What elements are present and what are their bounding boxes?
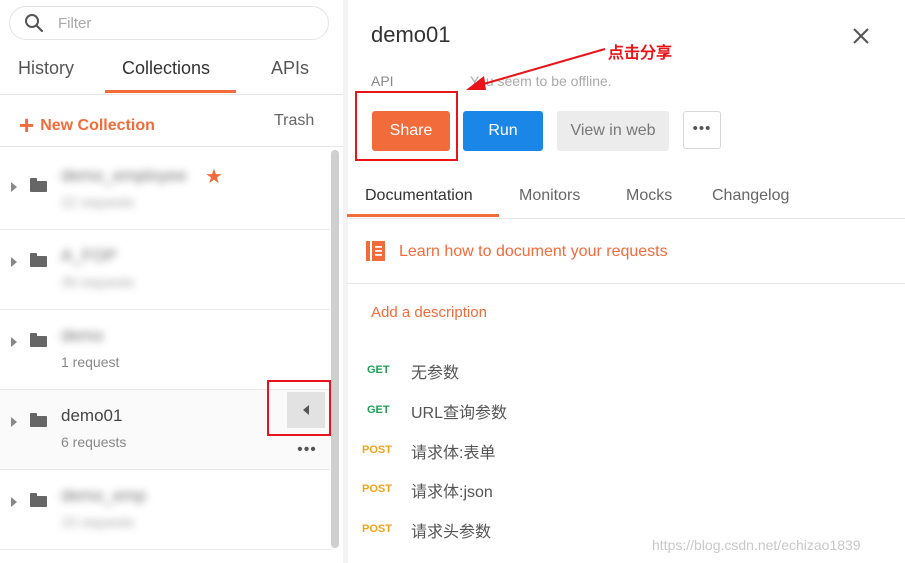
folder-icon bbox=[30, 333, 47, 347]
new-collection-button[interactable]: + New Collection bbox=[19, 110, 155, 141]
active-tab-indicator bbox=[347, 214, 499, 217]
tab-changelog[interactable]: Changelog bbox=[712, 187, 789, 205]
tab-monitors[interactable]: Monitors bbox=[519, 187, 580, 205]
request-name: 请求体:表单 bbox=[411, 445, 496, 462]
collection-request-count: 1 request bbox=[61, 354, 120, 370]
watermark: https://blog.csdn.net/echizao1839 bbox=[652, 537, 861, 553]
caret-right-icon[interactable] bbox=[11, 337, 17, 347]
collection-request-count: 22 requests bbox=[61, 194, 135, 210]
tab-mocks[interactable]: Mocks bbox=[626, 187, 672, 205]
tab-documentation[interactable]: Documentation bbox=[365, 187, 473, 205]
run-button[interactable]: Run bbox=[463, 111, 543, 151]
collection-request-count: 39 requests bbox=[61, 274, 135, 290]
request-name: 无参数 bbox=[411, 365, 460, 382]
folder-icon bbox=[30, 413, 47, 427]
request-name: 请求头参数 bbox=[411, 524, 492, 541]
trash-button[interactable]: Trash bbox=[274, 112, 314, 130]
annotation-text: 点击分享 bbox=[608, 45, 673, 62]
collection-item[interactable]: A_FOP 39 requests bbox=[0, 230, 330, 310]
divider bbox=[347, 283, 905, 284]
pane-divider[interactable] bbox=[343, 0, 348, 563]
folder-icon bbox=[30, 493, 47, 507]
annotation-arrow bbox=[466, 48, 606, 90]
method-badge: GET bbox=[367, 404, 390, 416]
divider bbox=[347, 218, 905, 219]
plus-icon: + bbox=[19, 110, 35, 140]
add-description-link[interactable]: Add a description bbox=[371, 304, 487, 321]
api-label: API bbox=[371, 73, 394, 89]
collection-request-count: 15 requests bbox=[61, 514, 135, 530]
star-icon[interactable]: ★ bbox=[205, 164, 223, 189]
search-input[interactable] bbox=[58, 12, 258, 34]
collection-item[interactable]: demo 1 request bbox=[0, 310, 330, 390]
folder-icon bbox=[30, 178, 47, 192]
collection-request-count: 6 requests bbox=[61, 434, 127, 450]
page-title: demo01 bbox=[371, 22, 451, 47]
caret-right-icon[interactable] bbox=[11, 497, 17, 507]
more-options-button[interactable]: ••• bbox=[683, 111, 721, 149]
method-badge: POST bbox=[362, 444, 392, 456]
documentation-icon bbox=[366, 241, 385, 261]
collection-more-button[interactable]: ••• bbox=[289, 436, 325, 464]
request-name: 请求体:json bbox=[411, 484, 493, 501]
method-badge: GET bbox=[367, 364, 390, 376]
collection-name: demo_emp bbox=[61, 486, 147, 505]
close-icon[interactable] bbox=[850, 25, 872, 47]
method-badge: POST bbox=[362, 523, 392, 535]
collection-item[interactable]: demo_emp 15 requests bbox=[0, 470, 330, 550]
folder-icon bbox=[30, 253, 47, 267]
method-badge: POST bbox=[362, 483, 392, 495]
collection-name: demo bbox=[61, 326, 104, 345]
collection-name: A_FOP bbox=[61, 246, 117, 265]
collection-item[interactable]: demo_employee ★ 22 requests bbox=[0, 150, 330, 230]
divider bbox=[0, 94, 343, 95]
request-name: URL查询参数 bbox=[411, 405, 508, 422]
new-collection-label: New Collection bbox=[40, 117, 155, 134]
caret-right-icon[interactable] bbox=[11, 182, 17, 192]
search-icon bbox=[25, 14, 44, 33]
tab-history[interactable]: History bbox=[18, 58, 74, 79]
active-tab-indicator bbox=[105, 90, 236, 93]
scrollbar[interactable] bbox=[331, 150, 339, 548]
caret-right-icon[interactable] bbox=[11, 257, 17, 267]
divider bbox=[0, 146, 343, 147]
view-in-web-button[interactable]: View in web bbox=[557, 111, 669, 151]
learn-docs-link[interactable]: Learn how to document your requests bbox=[399, 243, 668, 261]
caret-right-icon[interactable] bbox=[11, 417, 17, 427]
tab-collections[interactable]: Collections bbox=[122, 58, 210, 79]
tab-apis[interactable]: APIs bbox=[271, 58, 309, 79]
annotation-highlight-box bbox=[355, 91, 458, 161]
collection-name: demo01 bbox=[61, 406, 123, 425]
collection-name: demo_employee bbox=[61, 166, 187, 185]
annotation-highlight-box bbox=[267, 380, 331, 436]
